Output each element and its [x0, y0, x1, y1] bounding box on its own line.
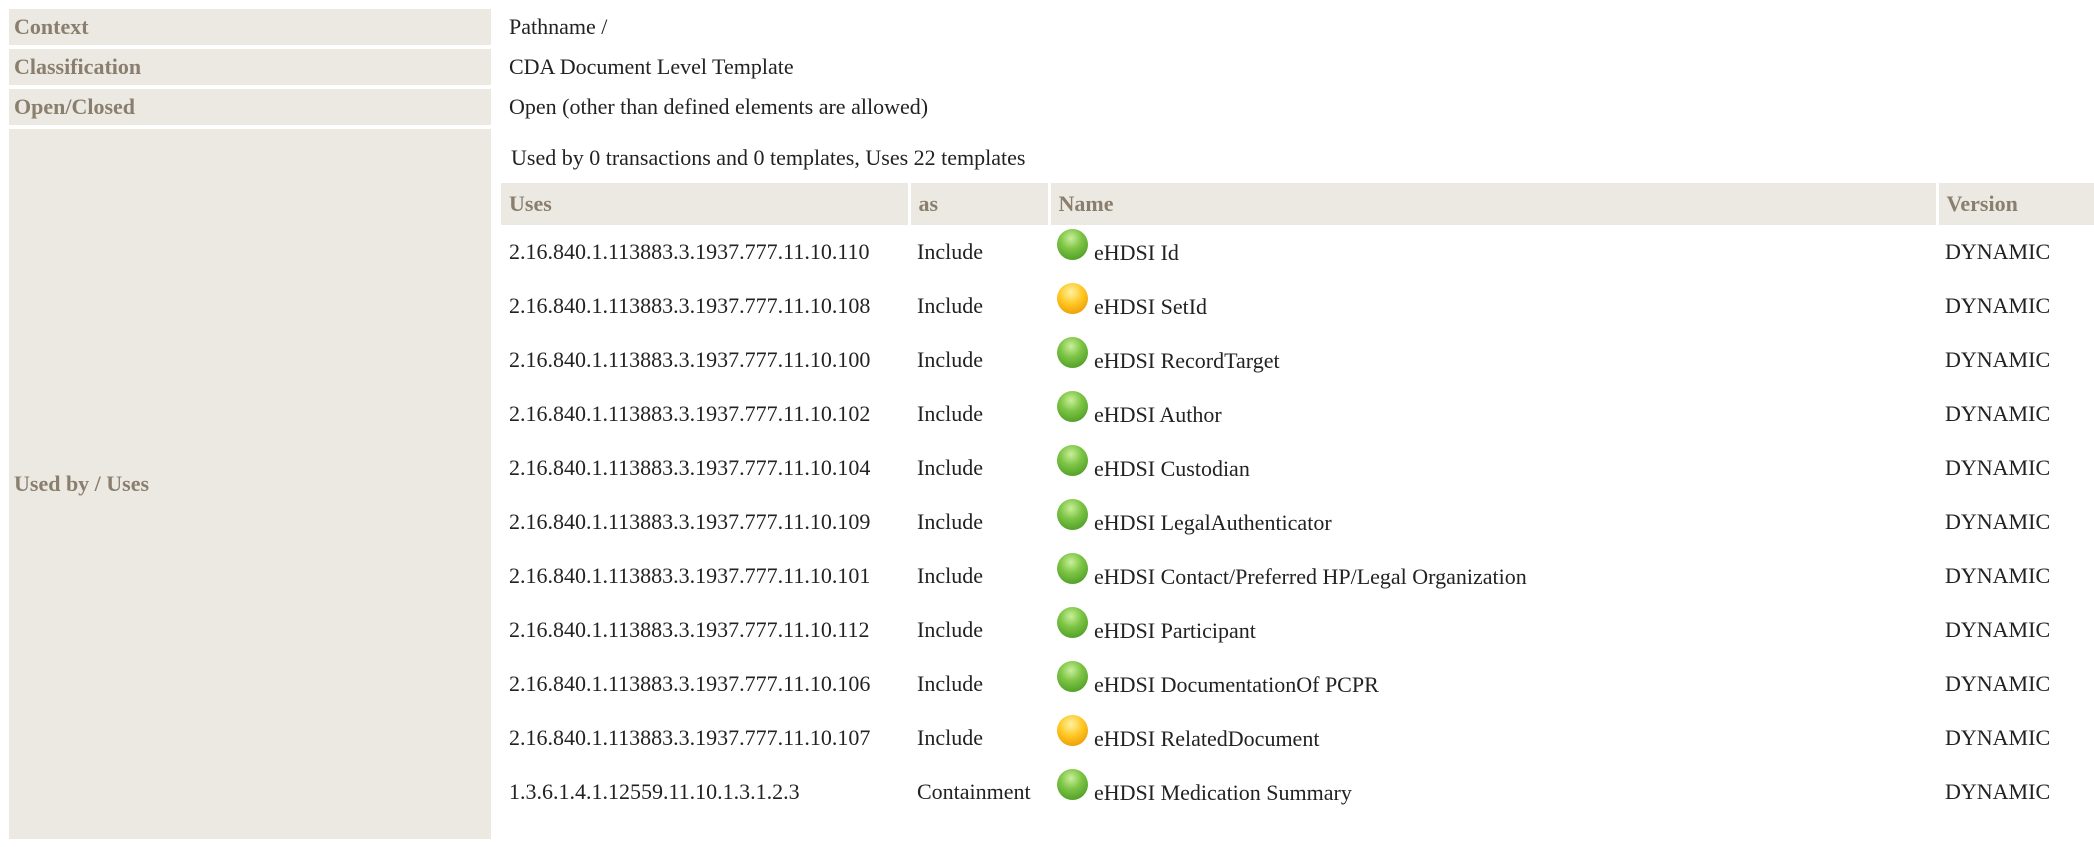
template-name[interactable]: eHDSI Contact/Preferred HP/Legal Organiz…	[1094, 564, 1527, 589]
template-name[interactable]: eHDSI Id	[1094, 240, 1179, 265]
template-name[interactable]: eHDSI LegalAuthenticator	[1094, 510, 1332, 535]
used-by-uses-value: Used by 0 transactions and 0 templates, …	[491, 129, 2094, 839]
uses-table-body: 2.16.840.1.113883.3.1937.777.11.10.110 In…	[501, 225, 2094, 819]
template-name-cell[interactable]: eHDSI LegalAuthenticator	[1049, 495, 1937, 549]
usage-summary: Used by 0 transactions and 0 templates, …	[511, 145, 1026, 170]
relationship-type: Include	[917, 671, 983, 696]
relationship-type: Include	[917, 617, 983, 642]
template-version: DYNAMIC	[1945, 725, 2051, 750]
template-version: DYNAMIC	[1945, 401, 2051, 426]
context-value: Pathname /	[491, 9, 2094, 45]
uses-table: Uses as Name Version 2.16.840.1.113883.3…	[501, 183, 2094, 819]
template-name[interactable]: eHDSI RelatedDocument	[1094, 726, 1319, 751]
context-row: Context Pathname /	[9, 9, 2094, 45]
template-name-cell[interactable]: eHDSI DocumentationOf PCPR	[1049, 657, 1937, 711]
relationship-type: Include	[917, 563, 983, 588]
template-name[interactable]: eHDSI Custodian	[1094, 456, 1250, 481]
template-version: DYNAMIC	[1945, 509, 2051, 534]
template-version: DYNAMIC	[1945, 563, 2051, 588]
template-name[interactable]: eHDSI Medication Summary	[1094, 780, 1352, 805]
yellow-status-dot-icon	[1057, 282, 1088, 314]
open-closed-row: Open/Closed Open (other than defined ele…	[9, 89, 2094, 125]
template-name-cell[interactable]: eHDSI Author	[1049, 387, 1937, 441]
table-row[interactable]: 2.16.840.1.113883.3.1937.777.11.10.108 In…	[501, 279, 2094, 333]
relationship-type: Include	[917, 401, 983, 426]
template-version: DYNAMIC	[1945, 455, 2051, 480]
template-oid[interactable]: 2.16.840.1.113883.3.1937.777.11.10.101	[501, 549, 909, 603]
table-row[interactable]: 2.16.840.1.113883.3.1937.777.11.10.101 In…	[501, 549, 2094, 603]
template-name-cell[interactable]: eHDSI RelatedDocument	[1049, 711, 1937, 765]
template-oid[interactable]: 2.16.840.1.113883.3.1937.777.11.10.107	[501, 711, 909, 765]
green-status-dot-icon	[1057, 390, 1088, 422]
template-oid[interactable]: 2.16.840.1.113883.3.1937.777.11.10.112	[501, 603, 909, 657]
used-by-uses-row: Used by / Uses Used by 0 transactions an…	[9, 129, 2094, 839]
template-name-cell[interactable]: eHDSI Participant	[1049, 603, 1937, 657]
used-by-uses-label: Used by / Uses	[9, 129, 491, 839]
version-column-header[interactable]: Version	[1937, 183, 2094, 225]
relationship-type: Include	[917, 347, 983, 372]
template-version: DYNAMIC	[1945, 293, 2051, 318]
template-oid[interactable]: 2.16.840.1.113883.3.1937.777.11.10.109	[501, 495, 909, 549]
classification-row: Classification CDA Document Level Templa…	[9, 49, 2094, 85]
green-status-dot-icon	[1057, 444, 1088, 476]
green-status-dot-icon	[1057, 336, 1088, 368]
template-details-page: Context Pathname / Classification CDA Do…	[0, 0, 2094, 847]
template-version: DYNAMIC	[1945, 617, 2051, 642]
template-oid[interactable]: 2.16.840.1.113883.3.1937.777.11.10.106	[501, 657, 909, 711]
template-name[interactable]: eHDSI DocumentationOf PCPR	[1094, 672, 1379, 697]
name-column-header[interactable]: Name	[1049, 183, 1939, 225]
table-row[interactable]: 2.16.840.1.113883.3.1937.777.11.10.104 In…	[501, 441, 2094, 495]
template-name-cell[interactable]: eHDSI RecordTarget	[1049, 333, 1937, 387]
green-status-dot-icon	[1057, 552, 1088, 584]
template-oid[interactable]: 2.16.840.1.113883.3.1937.777.11.10.108	[501, 279, 909, 333]
table-row[interactable]: 2.16.840.1.113883.3.1937.777.11.10.112 In…	[501, 603, 2094, 657]
classification-value: CDA Document Level Template	[491, 49, 2094, 85]
template-name-cell[interactable]: eHDSI Id	[1049, 225, 1937, 279]
table-row[interactable]: 2.16.840.1.113883.3.1937.777.11.10.102 In…	[501, 387, 2094, 441]
template-oid[interactable]: 2.16.840.1.113883.3.1937.777.11.10.102	[501, 387, 909, 441]
relationship-type: Include	[917, 455, 983, 480]
table-row[interactable]: 2.16.840.1.113883.3.1937.777.11.10.109 In…	[501, 495, 2094, 549]
table-row[interactable]: 2.16.840.1.113883.3.1937.777.11.10.107 In…	[501, 711, 2094, 765]
uses-table-header: Uses as Name Version	[501, 183, 2094, 225]
green-status-dot-icon	[1057, 660, 1088, 692]
uses-column-header[interactable]: Uses	[501, 183, 911, 225]
template-name-cell[interactable]: eHDSI SetId	[1049, 279, 1937, 333]
open-closed-value: Open (other than defined elements are al…	[491, 89, 2094, 125]
template-oid[interactable]: 1.3.6.1.4.1.12559.11.10.1.3.1.2.3	[501, 765, 909, 819]
template-name-cell[interactable]: eHDSI Custodian	[1049, 441, 1937, 495]
table-row[interactable]: 2.16.840.1.113883.3.1937.777.11.10.106 In…	[501, 657, 2094, 711]
table-row[interactable]: 2.16.840.1.113883.3.1937.777.11.10.110 In…	[501, 225, 2094, 279]
open-closed-label: Open/Closed	[9, 89, 491, 125]
green-status-dot-icon	[1057, 228, 1088, 260]
template-version: DYNAMIC	[1945, 239, 2051, 264]
template-oid[interactable]: 2.16.840.1.113883.3.1937.777.11.10.104	[501, 441, 909, 495]
template-name[interactable]: eHDSI SetId	[1094, 294, 1207, 319]
template-version: DYNAMIC	[1945, 671, 2051, 696]
green-status-dot-icon	[1057, 606, 1088, 638]
template-name[interactable]: eHDSI Participant	[1094, 618, 1256, 643]
template-name[interactable]: eHDSI RecordTarget	[1094, 348, 1280, 373]
template-name[interactable]: eHDSI Author	[1094, 402, 1222, 427]
template-name-cell[interactable]: eHDSI Medication Summary	[1049, 765, 1937, 819]
relationship-type: Include	[917, 239, 983, 264]
yellow-status-dot-icon	[1057, 714, 1088, 746]
classification-label: Classification	[9, 49, 491, 85]
template-oid[interactable]: 2.16.840.1.113883.3.1937.777.11.10.100	[501, 333, 909, 387]
relationship-type: Containment	[917, 779, 1031, 804]
green-status-dot-icon	[1057, 768, 1088, 800]
green-status-dot-icon	[1057, 498, 1088, 530]
template-properties-table: Context Pathname / Classification CDA Do…	[9, 5, 2094, 843]
template-name-cell[interactable]: eHDSI Contact/Preferred HP/Legal Organiz…	[1049, 549, 1937, 603]
template-version: DYNAMIC	[1945, 779, 2051, 804]
table-row[interactable]: 2.16.840.1.113883.3.1937.777.11.10.100 In…	[501, 333, 2094, 387]
relationship-type: Include	[917, 509, 983, 534]
as-column-header[interactable]: as	[909, 183, 1051, 225]
relationship-type: Include	[917, 293, 983, 318]
relationship-type: Include	[917, 725, 983, 750]
context-label: Context	[9, 9, 491, 45]
table-row[interactable]: 1.3.6.1.4.1.12559.11.10.1.3.1.2.3 Contain…	[501, 765, 2094, 819]
template-version: DYNAMIC	[1945, 347, 2051, 372]
template-oid[interactable]: 2.16.840.1.113883.3.1937.777.11.10.110	[501, 225, 909, 279]
